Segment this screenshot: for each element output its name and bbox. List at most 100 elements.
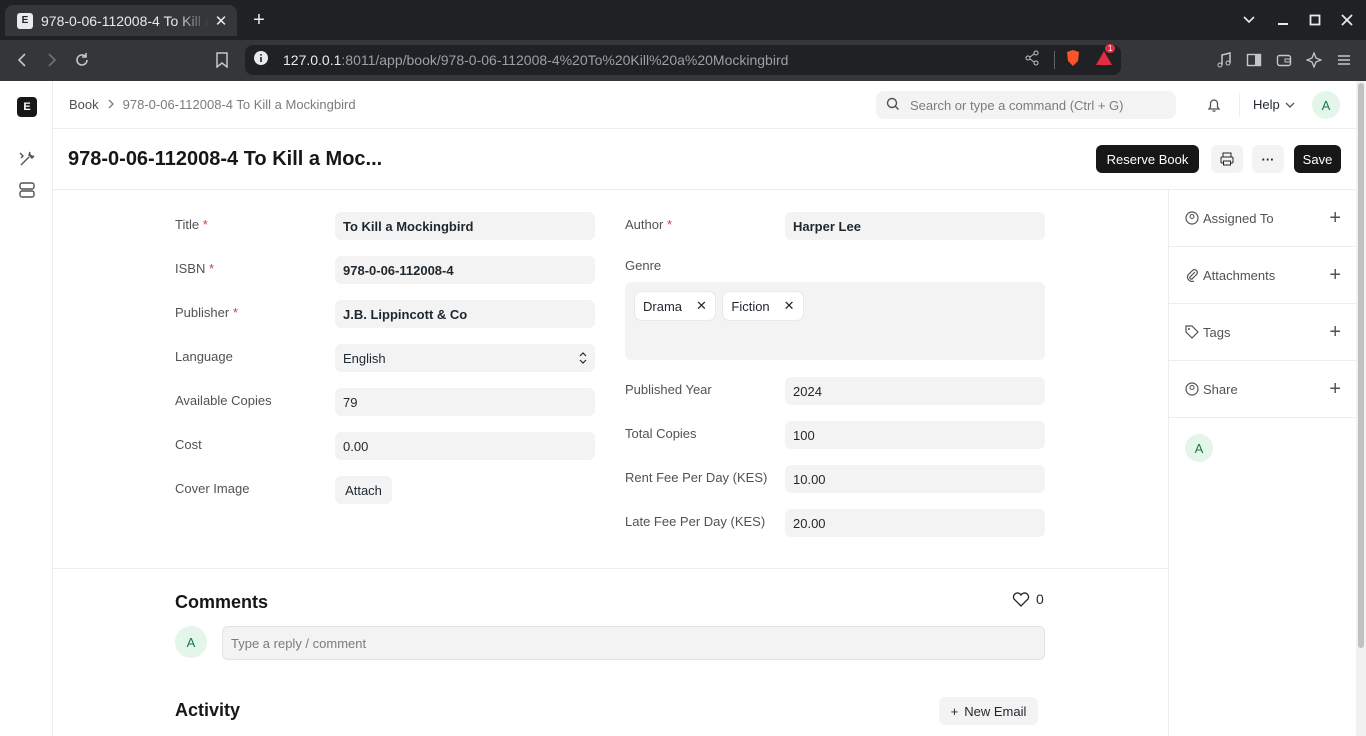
url-path: :8011/app/book/978-0-06-112008-4%20To%20… xyxy=(341,52,789,68)
new-email-button[interactable]: + New Email xyxy=(939,697,1038,725)
maximize-icon[interactable] xyxy=(1303,8,1327,32)
language-select[interactable]: English xyxy=(335,344,595,372)
scrollbar-thumb[interactable] xyxy=(1358,83,1364,648)
navbar-divider xyxy=(1239,93,1240,117)
breadcrumb-current[interactable]: 978-0-06-112008-4 To Kill a Mockingbird xyxy=(123,97,356,112)
attach-button[interactable]: Attach xyxy=(335,476,392,504)
cost-field[interactable]: 0.00 xyxy=(335,432,595,460)
tools-icon[interactable] xyxy=(17,149,37,169)
add-attachment-icon[interactable]: + xyxy=(1329,264,1341,287)
heart-icon xyxy=(1012,592,1030,607)
select-arrows-icon xyxy=(579,352,587,364)
published-year-field[interactable]: 2024 xyxy=(785,377,1045,405)
late-fee-label: Late Fee Per Day (KES) xyxy=(625,514,766,529)
browser-tab[interactable]: E 978-0-06-112008-4 To Kill a Mockingbir… xyxy=(5,5,237,36)
back-icon[interactable] xyxy=(10,48,34,72)
rent-fee-field[interactable]: 10.00 xyxy=(785,465,1045,493)
genre-tag-label: Drama xyxy=(643,298,683,314)
forward-icon[interactable] xyxy=(40,48,64,72)
rewards-badge: 1 xyxy=(1105,43,1116,53)
awesomebar-search[interactable]: Search or type a command (Ctrl + G) xyxy=(876,91,1176,119)
browser-tab-strip: E 978-0-06-112008-4 To Kill a Mockingbir… xyxy=(0,0,1366,40)
new-tab-icon[interactable]: + xyxy=(249,8,269,32)
brave-shields-icon[interactable] xyxy=(1065,49,1081,72)
viewer-avatar: A xyxy=(1185,434,1213,462)
minimize-icon[interactable] xyxy=(1271,8,1295,32)
help-dropdown[interactable]: Help xyxy=(1253,97,1295,112)
cost-label: Cost xyxy=(175,437,202,452)
leo-ai-icon[interactable] xyxy=(1302,48,1326,72)
notifications-bell-icon[interactable] xyxy=(1204,95,1224,115)
url-text: 127.0.0.1:8011/app/book/978-0-06-112008-… xyxy=(283,52,1024,68)
tab-search-icon[interactable] xyxy=(1237,8,1261,32)
title-field[interactable]: To Kill a Mockingbird xyxy=(335,212,595,240)
share-user-icon xyxy=(1185,382,1199,396)
late-fee-field[interactable]: 20.00 xyxy=(785,509,1045,537)
app-navbar: Book 978-0-06-112008-4 To Kill a Mocking… xyxy=(53,81,1366,129)
tag-icon xyxy=(1185,325,1199,339)
language-value: English xyxy=(343,350,386,366)
tags-item[interactable]: Tags + xyxy=(1169,304,1357,361)
user-avatar[interactable]: A xyxy=(1312,91,1340,119)
brave-rewards-icon[interactable]: 1 xyxy=(1095,43,1116,71)
sidebar-toggle-icon[interactable] xyxy=(1242,48,1266,72)
media-icon[interactable] xyxy=(1212,48,1236,72)
search-icon xyxy=(886,97,900,114)
workspace-icon[interactable] xyxy=(17,180,37,200)
attachments-item[interactable]: Attachments + xyxy=(1169,247,1357,304)
total-copies-field[interactable]: 100 xyxy=(785,421,1045,449)
like-count: 0 xyxy=(1036,591,1044,607)
rent-fee-label: Rent Fee Per Day (KES) xyxy=(625,470,768,485)
remove-tag-icon[interactable]: ✕ xyxy=(696,298,707,314)
close-window-icon[interactable] xyxy=(1335,8,1359,32)
publisher-field[interactable]: J.B. Lippincott & Co xyxy=(335,300,595,328)
save-button[interactable]: Save xyxy=(1294,145,1341,173)
add-assignee-icon[interactable]: + xyxy=(1329,207,1341,230)
available-copies-label: Available Copies xyxy=(175,393,272,408)
comment-placeholder: Type a reply / comment xyxy=(231,635,367,651)
reload-icon[interactable] xyxy=(70,48,94,72)
bookmark-icon[interactable] xyxy=(210,48,234,72)
new-email-label: New Email xyxy=(964,703,1027,719)
like-button[interactable]: 0 xyxy=(1012,591,1044,607)
wallet-icon[interactable] xyxy=(1272,48,1296,72)
genre-tag-label: Fiction xyxy=(731,298,770,314)
remove-tag-icon[interactable]: ✕ xyxy=(784,298,795,314)
breadcrumb-chevron-icon xyxy=(107,97,115,112)
plus-icon: + xyxy=(950,703,959,719)
printer-icon xyxy=(1220,152,1234,166)
available-copies-field[interactable]: 79 xyxy=(335,388,595,416)
breadcrumb-book[interactable]: Book xyxy=(69,97,99,112)
isbn-field[interactable]: 978-0-06-112008-4 xyxy=(335,256,595,284)
reserve-book-button[interactable]: Reserve Book xyxy=(1096,145,1199,173)
site-info-icon[interactable] xyxy=(253,50,269,71)
genre-multiselect[interactable]: Drama ✕ Fiction ✕ xyxy=(625,282,1045,360)
form-sidebar: Assigned To + Attachments + Tags + Share… xyxy=(1168,190,1357,736)
add-share-icon[interactable]: + xyxy=(1329,378,1341,401)
app-logo[interactable]: E xyxy=(17,97,37,117)
frappe-favicon-icon: E xyxy=(17,12,33,29)
omnibox-divider xyxy=(1054,51,1055,69)
publisher-label: Publisher * xyxy=(175,305,238,320)
author-label: Author * xyxy=(625,217,672,232)
more-actions-button[interactable]: ··· xyxy=(1252,145,1284,173)
author-field[interactable]: Harper Lee xyxy=(785,212,1045,240)
assigned-to-item[interactable]: Assigned To + xyxy=(1169,190,1357,247)
close-tab-icon[interactable]: ✕ xyxy=(213,12,229,30)
menu-icon[interactable] xyxy=(1332,48,1356,72)
add-tag-icon[interactable]: + xyxy=(1329,321,1341,344)
help-label: Help xyxy=(1253,97,1280,112)
genre-label: Genre xyxy=(625,258,662,273)
address-bar[interactable]: 127.0.0.1:8011/app/book/978-0-06-112008-… xyxy=(245,43,1121,75)
comment-input[interactable]: Type a reply / comment xyxy=(222,626,1045,660)
print-button[interactable] xyxy=(1211,145,1243,173)
chevron-down-icon xyxy=(1285,102,1295,108)
page-scrollbar[interactable] xyxy=(1356,81,1366,736)
paperclip-icon xyxy=(1186,269,1198,282)
url-host: 127.0.0.1 xyxy=(283,52,342,68)
share-item[interactable]: Share + xyxy=(1169,361,1357,418)
section-divider xyxy=(53,568,1168,569)
tags-label: Tags xyxy=(1203,324,1231,340)
comment-avatar: A xyxy=(175,626,207,658)
share-icon[interactable] xyxy=(1024,50,1040,71)
